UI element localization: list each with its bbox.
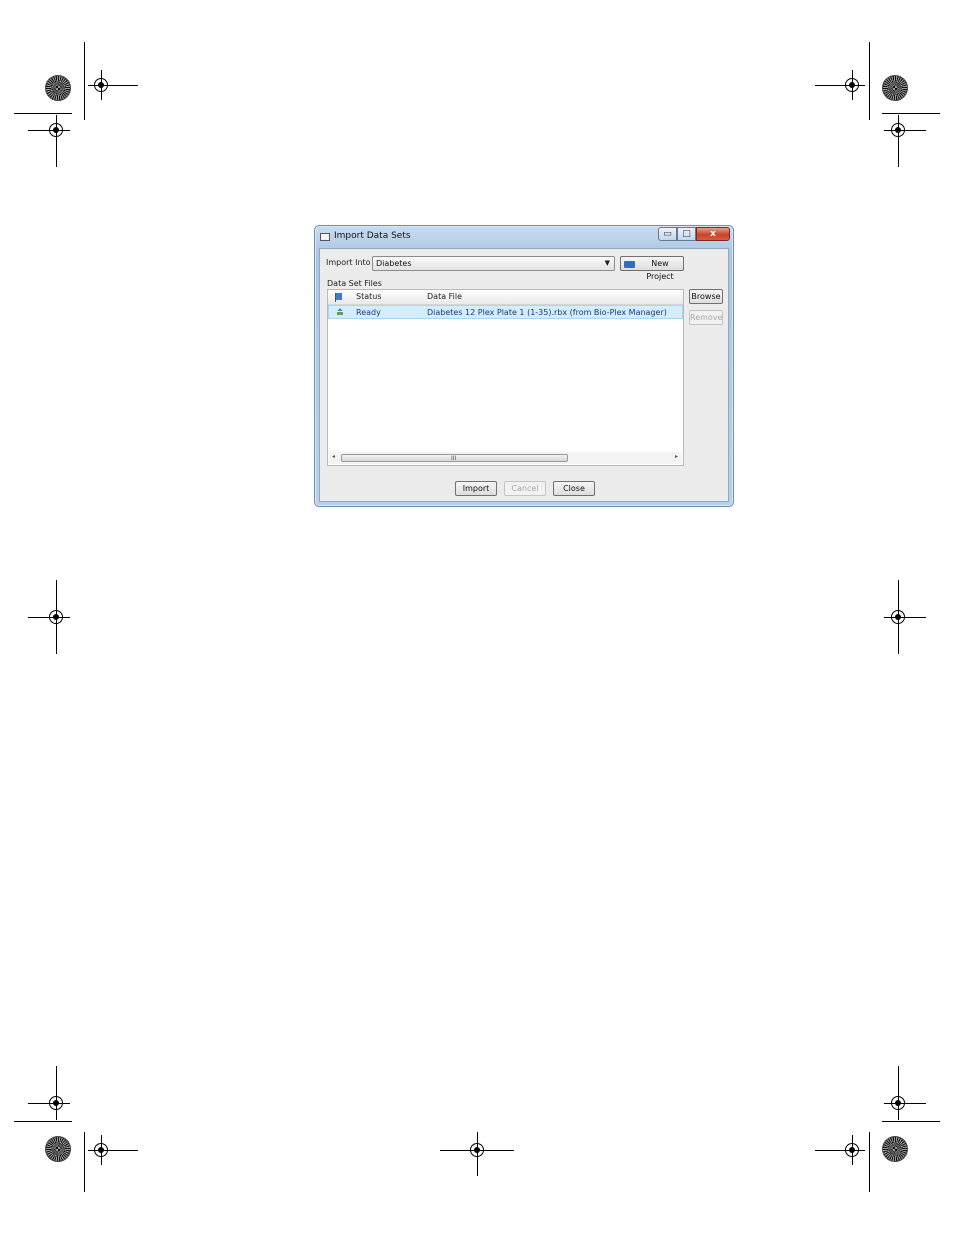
crop-line	[56, 1066, 57, 1120]
registration-target	[891, 1096, 905, 1110]
crop-line	[84, 42, 85, 120]
registration-target	[94, 78, 108, 92]
crop-line	[84, 1132, 85, 1192]
window-icon	[320, 233, 330, 241]
crop-line	[14, 113, 72, 114]
minimize-button[interactable]: ▭	[658, 227, 677, 241]
crop-line	[882, 1121, 940, 1122]
registration-target	[891, 123, 905, 137]
row-data-file: Diabetes 12 Plex Plate 1 (1-35).rbx (fro…	[427, 308, 667, 317]
import-into-select[interactable]: Diabetes ▼	[372, 256, 615, 271]
crop-line	[869, 1132, 870, 1192]
table-header: Status Data File	[328, 290, 683, 305]
registration-target	[891, 610, 905, 624]
registration-target	[94, 1143, 108, 1157]
close-window-button[interactable]: x	[696, 227, 730, 241]
new-project-button[interactable]: New Project	[620, 256, 684, 281]
new-project-label: New Project	[646, 259, 674, 281]
registration-target	[49, 1096, 63, 1110]
registration-target	[845, 78, 859, 92]
import-into-value: Diabetes	[376, 259, 412, 268]
scrollbar-grip: III	[451, 455, 457, 462]
table-row[interactable]: Ready Diabetes 12 Plex Plate 1 (1-35).rb…	[328, 305, 683, 319]
import-data-sets-dialog: Import Data Sets ▭ □ x Import Into Diabe…	[314, 225, 734, 507]
browse-button[interactable]: Browse	[689, 289, 723, 304]
starburst-mark-top-left	[45, 75, 71, 101]
starburst-mark-bottom-right	[882, 1136, 908, 1162]
registration-target	[470, 1143, 484, 1157]
horizontal-scrollbar[interactable]: ◂ III ▸	[329, 452, 682, 464]
registration-target	[49, 123, 63, 137]
registration-target	[49, 610, 63, 624]
folder-icon	[624, 261, 635, 268]
starburst-mark-bottom-left	[45, 1136, 71, 1162]
dialog-body: Import Into Diabetes ▼ New Project Data …	[319, 248, 729, 502]
scrollbar-thumb[interactable]: III	[341, 454, 568, 462]
title-bar[interactable]: Import Data Sets ▭ □ x	[315, 226, 733, 248]
remove-button[interactable]: Remove	[689, 310, 723, 325]
data-set-files-table[interactable]: Status Data File Ready Diabetes 12 Plex …	[327, 289, 684, 466]
window-title: Import Data Sets	[334, 231, 411, 241]
column-header-data-file[interactable]: Data File	[427, 292, 462, 301]
crop-line	[869, 42, 870, 120]
column-header-status[interactable]: Status	[356, 292, 382, 301]
crop-line	[898, 1066, 899, 1120]
crop-line	[14, 1121, 72, 1122]
import-button[interactable]: Import	[455, 481, 497, 496]
cancel-button[interactable]: Cancel	[504, 481, 546, 496]
status-ready-icon	[337, 308, 343, 315]
data-set-files-label: Data Set Files	[327, 279, 382, 288]
row-status: Ready	[356, 308, 381, 317]
flag-icon[interactable]	[335, 293, 342, 302]
crop-line	[882, 113, 940, 114]
close-button[interactable]: Close	[553, 481, 595, 496]
starburst-mark-top-right	[882, 75, 908, 101]
registration-target	[845, 1143, 859, 1157]
import-into-label: Import Into	[326, 258, 371, 267]
maximize-button[interactable]: □	[677, 227, 696, 241]
scroll-left-arrow[interactable]: ◂	[332, 453, 335, 460]
scroll-right-arrow[interactable]: ▸	[675, 453, 678, 460]
chevron-down-icon: ▼	[604, 259, 610, 267]
